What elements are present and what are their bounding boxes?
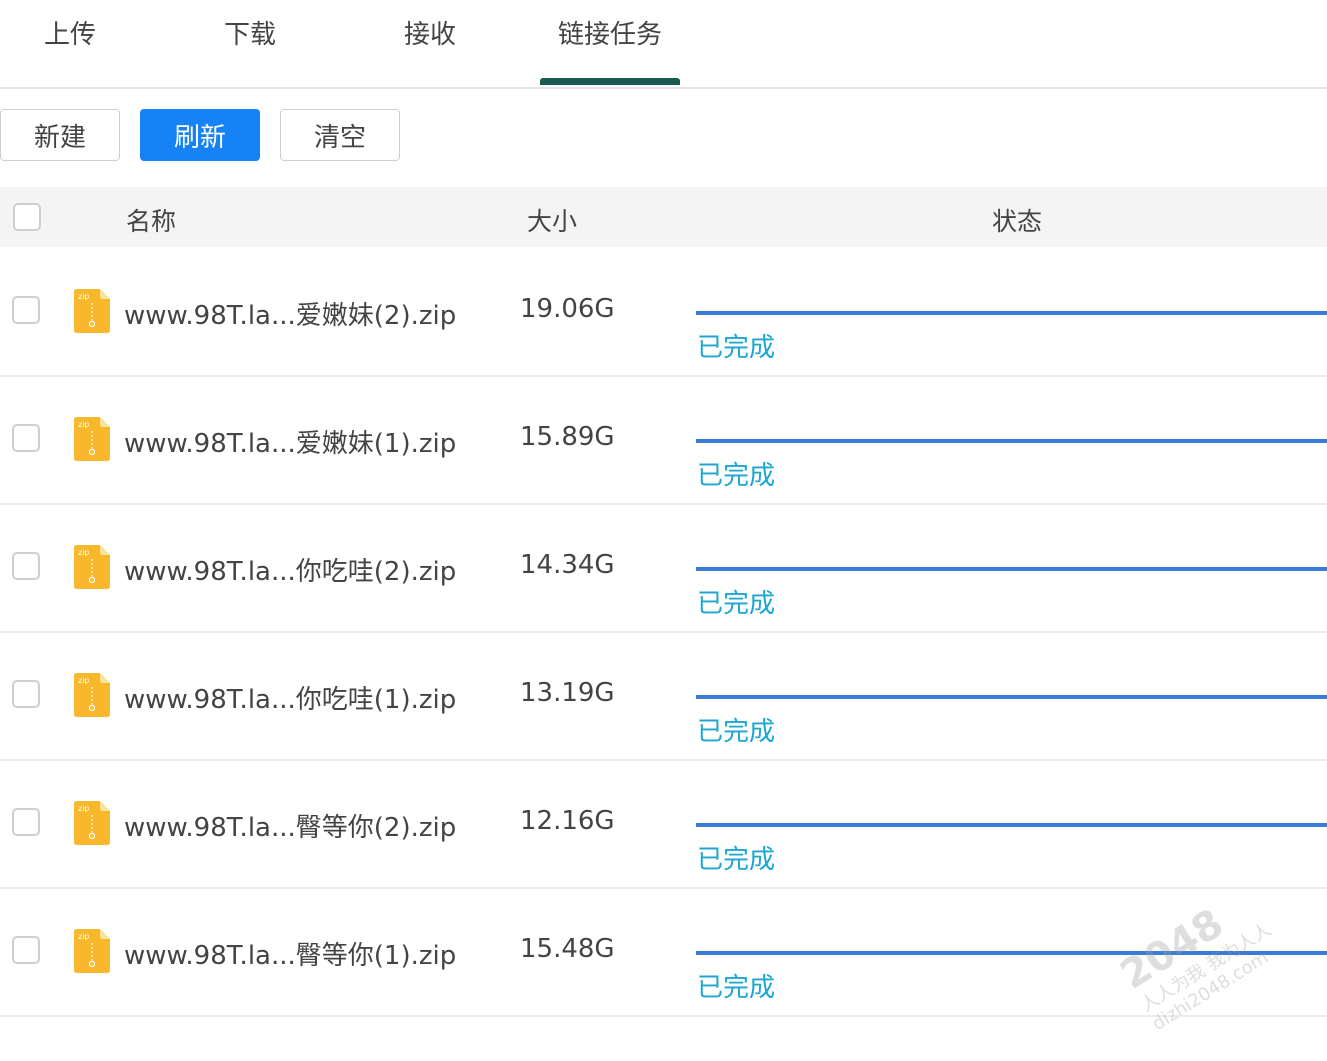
- zip-file-icon: zip: [74, 929, 110, 973]
- row-checkbox[interactable]: [12, 424, 40, 452]
- file-name[interactable]: www.98T.la...你吃哇(1).zip: [124, 679, 456, 716]
- row-checkbox[interactable]: [12, 936, 40, 964]
- file-size: 14.34G: [520, 550, 615, 580]
- svg-text:zip: zip: [78, 548, 90, 557]
- file-size: 12.16G: [520, 806, 615, 836]
- table-row[interactable]: zip www.98T.la...臀等你(2).zip 12.16G 已完成: [0, 761, 1327, 889]
- status-text: 已完成: [697, 717, 776, 747]
- select-all-checkbox[interactable]: [13, 203, 41, 231]
- file-name[interactable]: www.98T.la...爱嫩妹(1).zip: [124, 423, 456, 460]
- table-row[interactable]: zip www.98T.la...爱嫩妹(1).zip 15.89G 已完成: [0, 377, 1327, 505]
- table-row[interactable]: zip www.98T.la...你吃哇(1).zip 13.19G 已完成: [0, 633, 1327, 761]
- status-text: 已完成: [697, 461, 776, 491]
- zip-file-icon: zip: [74, 289, 110, 333]
- progress-bar: [696, 439, 1327, 443]
- file-size: 13.19G: [520, 678, 615, 708]
- svg-text:zip: zip: [78, 420, 90, 429]
- tab-upload[interactable]: 上传: [10, 14, 130, 54]
- zip-file-icon: zip: [74, 673, 110, 717]
- status-text: 已完成: [697, 589, 776, 619]
- file-name[interactable]: www.98T.la...爱嫩妹(2).zip: [124, 295, 456, 332]
- table-row[interactable]: zip www.98T.la...爱嫩妹(2).zip 19.06G 已完成: [0, 249, 1327, 377]
- status-text: 已完成: [697, 333, 776, 363]
- progress-bar: [696, 567, 1327, 571]
- row-checkbox[interactable]: [12, 808, 40, 836]
- tab-bar: 上传 下载 接收 链接任务: [0, 0, 1327, 89]
- row-checkbox[interactable]: [12, 296, 40, 324]
- file-name[interactable]: www.98T.la...臀等你(2).zip: [124, 807, 456, 844]
- file-size: 19.06G: [520, 294, 615, 324]
- new-button[interactable]: 新建: [0, 109, 120, 161]
- progress-bar: [696, 823, 1327, 827]
- progress-bar: [696, 951, 1327, 955]
- svg-text:zip: zip: [78, 292, 90, 301]
- row-checkbox[interactable]: [12, 680, 40, 708]
- zip-file-icon: zip: [74, 801, 110, 845]
- header-size: 大小: [527, 207, 578, 236]
- zip-file-icon: zip: [74, 545, 110, 589]
- svg-text:zip: zip: [78, 676, 90, 685]
- tab-download[interactable]: 下载: [190, 14, 310, 54]
- tab-receive[interactable]: 接收: [370, 14, 490, 54]
- file-size: 15.89G: [520, 422, 615, 452]
- status-text: 已完成: [697, 845, 776, 875]
- table-header: 名称 大小 状态: [0, 187, 1327, 247]
- table-row[interactable]: zip www.98T.la...臀等你(1).zip 15.48G 已完成: [0, 889, 1327, 1017]
- header-status: 状态: [992, 207, 1043, 236]
- svg-text:zip: zip: [78, 804, 90, 813]
- clear-button[interactable]: 清空: [280, 109, 400, 161]
- row-checkbox[interactable]: [12, 552, 40, 580]
- table-row[interactable]: zip www.98T.la...你吃哇(2).zip 14.34G 已完成: [0, 505, 1327, 633]
- header-name: 名称: [126, 207, 177, 236]
- tab-link-tasks[interactable]: 链接任务: [540, 14, 680, 54]
- file-name[interactable]: www.98T.la...臀等你(1).zip: [124, 935, 456, 972]
- progress-bar: [696, 311, 1327, 315]
- status-text: 已完成: [697, 973, 776, 1003]
- progress-bar: [696, 695, 1327, 699]
- zip-file-icon: zip: [74, 417, 110, 461]
- file-name[interactable]: www.98T.la...你吃哇(2).zip: [124, 551, 456, 588]
- refresh-button[interactable]: 刷新: [140, 109, 260, 161]
- svg-text:zip: zip: [78, 932, 90, 941]
- active-tab-indicator: [540, 78, 680, 85]
- file-size: 15.48G: [520, 934, 615, 964]
